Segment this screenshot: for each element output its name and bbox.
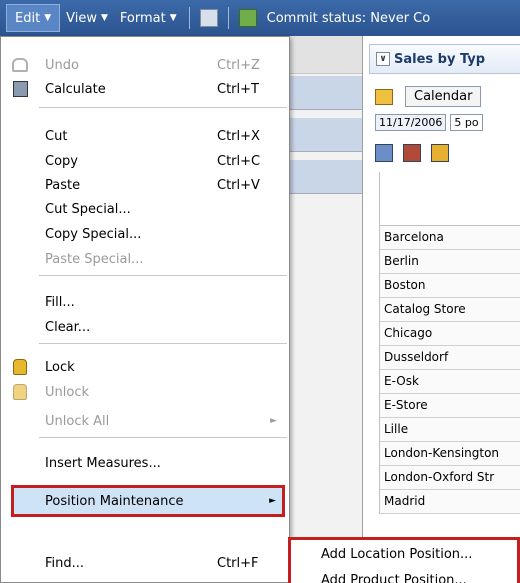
menu-item-label: Lock xyxy=(45,359,75,375)
edit-dropdown-menu: Undo Ctrl+Z Calculate Ctrl+T Cut Ctrl+X … xyxy=(0,36,290,583)
table-row[interactable]: London-Kensington xyxy=(380,442,520,466)
date-row: 11/17/2006 5 po xyxy=(375,114,483,131)
menu-item-find[interactable]: Find... Ctrl+F xyxy=(1,551,289,575)
chart-grid-icon[interactable] xyxy=(403,144,421,162)
save-icon[interactable] xyxy=(199,9,218,27)
menu-item-shortcut: Ctrl+F xyxy=(217,555,259,571)
table-row[interactable]: Barcelona xyxy=(380,226,520,250)
date-field[interactable]: 11/17/2006 xyxy=(375,114,447,131)
view-menu-label: View xyxy=(66,10,97,26)
undo-icon xyxy=(11,56,29,74)
menu-item-copy-special[interactable]: Copy Special... xyxy=(1,222,289,246)
menu-item-label: Unlock xyxy=(45,384,89,400)
menu-divider xyxy=(39,437,287,438)
table-row[interactable]: Madrid xyxy=(380,490,520,514)
menu-item-undo[interactable]: Undo Ctrl+Z xyxy=(1,53,289,77)
menu-item-label: Cut xyxy=(45,128,68,144)
table-row[interactable]: Catalog Store xyxy=(380,298,520,322)
menu-item-shortcut: Ctrl+V xyxy=(217,177,260,193)
position-maintenance-submenu: Add Location Position... Add Product Pos… xyxy=(288,537,520,583)
menu-item-label: Paste Special... xyxy=(45,251,144,267)
view-toolbar xyxy=(375,144,449,162)
edit-menu-label: Edit xyxy=(15,10,41,26)
period-field[interactable]: 5 po xyxy=(450,114,483,131)
calendar-icon xyxy=(375,88,393,105)
table-row[interactable]: E-Osk xyxy=(380,370,520,394)
menu-item-cut[interactable]: Cut Ctrl+X xyxy=(1,124,289,148)
format-menu[interactable]: Format ▼ xyxy=(114,0,183,36)
menu-item-shortcut: Ctrl+Z xyxy=(217,57,260,73)
view-title: Sales by Typ xyxy=(394,51,486,67)
menu-item-label: Insert Measures... xyxy=(45,455,161,471)
chevron-down-icon: ▼ xyxy=(44,13,52,23)
submenu-item-label: Add Product Position... xyxy=(321,572,467,583)
view-menu[interactable]: View ▼ xyxy=(60,0,114,36)
table-row[interactable]: Chicago xyxy=(380,322,520,346)
submenu-item-label: Add Location Position... xyxy=(321,546,473,562)
table-header xyxy=(380,172,520,226)
lock-icon xyxy=(11,358,29,376)
menu-item-cut-special[interactable]: Cut Special... xyxy=(1,197,289,221)
menu-item-shortcut: Ctrl+C xyxy=(217,153,261,169)
chevron-down-icon: ▼ xyxy=(169,13,177,23)
menu-item-fill[interactable]: Fill... xyxy=(1,290,289,314)
grid-view-icon[interactable] xyxy=(375,144,393,162)
menu-item-label: Position Maintenance xyxy=(45,493,184,509)
commit-status: Commit status: Never Co xyxy=(261,0,437,36)
menu-item-unlock-all[interactable]: Unlock All ► xyxy=(1,409,289,433)
chevron-down-icon: ▼ xyxy=(100,13,108,23)
commit-status-text: Commit status: Never Co xyxy=(266,10,431,26)
menu-divider xyxy=(39,275,287,276)
table-row[interactable]: E-Store xyxy=(380,394,520,418)
menu-item-paste-special[interactable]: Paste Special... xyxy=(1,247,289,271)
menu-item-unlock[interactable]: Unlock xyxy=(1,380,289,404)
menu-item-label: Copy xyxy=(45,153,78,169)
menu-item-shortcut: Ctrl+T xyxy=(217,81,259,97)
calendar-row: Calendar xyxy=(375,86,482,107)
calculator-icon xyxy=(11,80,29,98)
menu-item-shortcut: Ctrl+X xyxy=(217,128,260,144)
menu-item-label: Find... xyxy=(45,555,85,571)
menu-item-label: Unlock All xyxy=(45,413,110,429)
menu-item-lock[interactable]: Lock xyxy=(1,355,289,379)
menu-item-clear[interactable]: Clear... xyxy=(1,315,289,339)
toolbar-divider xyxy=(188,7,190,29)
submenu-item-add-location[interactable]: Add Location Position... xyxy=(291,540,517,568)
menu-item-calculate[interactable]: Calculate Ctrl+T xyxy=(1,77,289,101)
submenu-arrow-icon: ► xyxy=(269,496,276,506)
table-row[interactable]: Boston xyxy=(380,274,520,298)
menu-item-insert-measures[interactable]: Insert Measures... xyxy=(1,451,289,475)
menu-divider xyxy=(39,107,287,108)
menu-item-copy[interactable]: Copy Ctrl+C xyxy=(1,149,289,173)
menu-divider xyxy=(39,343,287,344)
unlock-icon xyxy=(11,383,29,401)
menu-item-label: Copy Special... xyxy=(45,226,142,242)
menu-item-label: Cut Special... xyxy=(45,201,131,217)
submenu-arrow-icon: ► xyxy=(270,416,277,426)
store-table: Barcelona Berlin Boston Catalog Store Ch… xyxy=(379,172,520,514)
format-menu-label: Format xyxy=(119,10,166,26)
calendar-button[interactable]: Calendar xyxy=(405,86,482,107)
table-row[interactable]: London-Oxford Str xyxy=(380,466,520,490)
edit-menu[interactable]: Edit ▼ xyxy=(6,4,61,32)
menu-item-label: Paste xyxy=(45,177,81,193)
menu-item-position-maintenance[interactable]: Position Maintenance ► xyxy=(11,485,285,517)
menu-item-label: Undo xyxy=(45,57,79,73)
submenu-item-add-product[interactable]: Add Product Position... xyxy=(291,566,517,583)
commit-icon[interactable] xyxy=(238,9,257,27)
menu-item-label: Fill... xyxy=(45,294,75,310)
menu-bar: Edit ▼ View ▼ Format ▼ Commit status: Ne… xyxy=(0,0,520,36)
table-row[interactable]: Berlin xyxy=(380,250,520,274)
menu-item-paste[interactable]: Paste Ctrl+V xyxy=(1,173,289,197)
bar-chart-icon[interactable] xyxy=(431,144,449,162)
table-row[interactable]: Lille xyxy=(380,418,520,442)
toolbar-divider xyxy=(227,7,229,29)
view-title-bar: ∨ Sales by Typ xyxy=(369,44,520,74)
collapse-icon[interactable]: ∨ xyxy=(376,52,390,66)
sales-view-panel: ∨ Sales by Typ Calendar 11/17/2006 5 po … xyxy=(362,36,520,583)
table-row[interactable]: Dusseldorf xyxy=(380,346,520,370)
menu-item-label: Calculate xyxy=(45,81,106,97)
menu-item-label: Clear... xyxy=(45,319,91,335)
